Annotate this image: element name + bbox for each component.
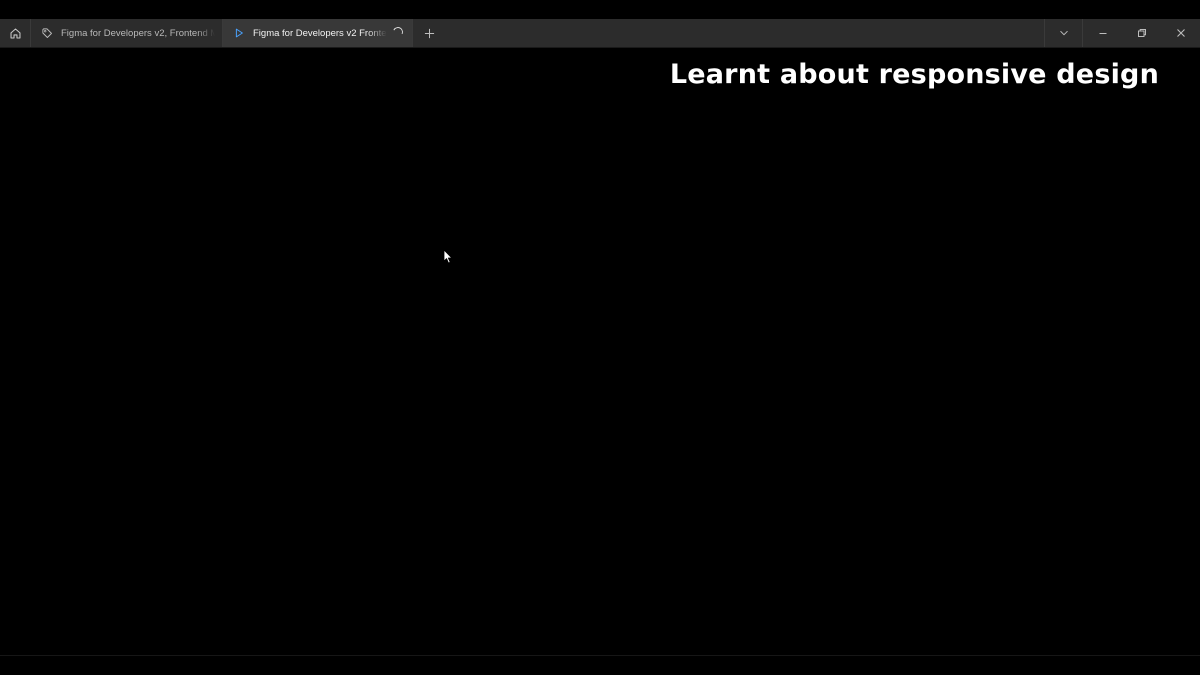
restore-button[interactable] bbox=[1122, 19, 1161, 47]
app-window: Figma for Developers v2, Frontend Master… bbox=[0, 19, 1200, 656]
title-bar: Figma for Developers v2, Frontend Master… bbox=[0, 19, 1200, 48]
plus-icon bbox=[424, 28, 434, 38]
home-button[interactable] bbox=[0, 19, 31, 47]
home-icon bbox=[10, 28, 20, 38]
mouse-pointer-icon bbox=[443, 249, 453, 264]
minimize-icon bbox=[1099, 33, 1106, 34]
tab-video-player[interactable]: Figma for Developers v2 Frontend Masters bbox=[223, 19, 413, 47]
new-tab-button[interactable] bbox=[418, 19, 440, 47]
video-caption: Learnt about responsive design bbox=[669, 59, 1159, 90]
minimize-button[interactable] bbox=[1083, 19, 1122, 47]
close-icon bbox=[1176, 29, 1185, 37]
video-content-area[interactable]: Learnt about responsive design bbox=[0, 48, 1200, 655]
tab-list-button[interactable] bbox=[1044, 19, 1083, 47]
tab-label: Figma for Developers v2, Frontend Master… bbox=[61, 27, 215, 39]
chevron-down-icon bbox=[1059, 30, 1068, 36]
restore-icon bbox=[1137, 29, 1146, 37]
window-controls bbox=[1044, 19, 1200, 47]
screen: Figma for Developers v2, Frontend Master… bbox=[0, 0, 1200, 675]
close-button[interactable] bbox=[1161, 19, 1200, 47]
tab-label: Figma for Developers v2 Frontend Masters bbox=[253, 27, 387, 39]
play-icon bbox=[233, 27, 245, 39]
loading-spinner-icon bbox=[391, 25, 405, 39]
figma-tag-icon bbox=[41, 27, 53, 39]
tab-figma-course[interactable]: Figma for Developers v2, Frontend Master… bbox=[31, 19, 223, 47]
